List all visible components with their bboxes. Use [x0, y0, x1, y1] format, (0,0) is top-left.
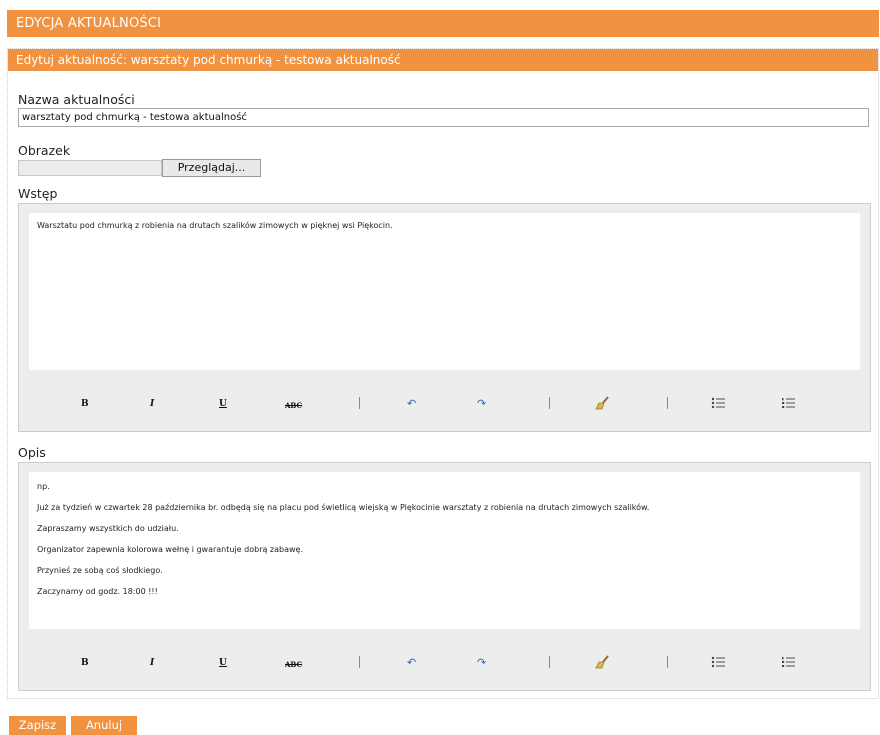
bold-icon[interactable]: B [81, 658, 89, 668]
intro-editor: Warsztatu pod chmurką z robienia na drut… [18, 203, 871, 432]
image-label: Obrazek [18, 143, 71, 158]
clear-format-icon[interactable] [595, 655, 611, 672]
clear-format-icon[interactable] [595, 396, 611, 413]
description-editor-area[interactable]: np. Już za tydzień w czwartek 28 paździe… [29, 472, 860, 629]
strikethrough-icon[interactable]: ABC [285, 660, 302, 669]
undo-icon[interactable]: ↶ [407, 656, 416, 669]
undo-icon[interactable]: ↶ [407, 397, 416, 410]
toolbar-divider [667, 397, 668, 409]
page-title: EDYCJA AKTUALNOŚCI [7, 10, 879, 37]
intro-paragraph: Warsztatu pod chmurką z robienia na drut… [37, 221, 393, 230]
description-paragraph: Organizator zapewnia kolorowa wełnę i gw… [37, 545, 304, 554]
numbered-list-icon[interactable] [781, 656, 795, 671]
intro-toolbar: B I U ABC ↶ ↷ [19, 379, 870, 431]
intro-label: Wstęp [18, 186, 58, 201]
intro-editor-area[interactable]: Warsztatu pod chmurką z robienia na drut… [29, 213, 860, 370]
numbered-list-icon[interactable] [781, 397, 795, 412]
underline-icon[interactable]: U [219, 399, 227, 409]
redo-icon[interactable]: ↷ [477, 397, 486, 410]
toolbar-divider [359, 656, 360, 668]
italic-icon[interactable]: I [150, 658, 154, 668]
name-label: Nazwa aktualności [18, 92, 135, 107]
bullet-list-icon[interactable] [711, 397, 725, 412]
italic-icon[interactable]: I [150, 399, 154, 409]
underline-icon[interactable]: U [219, 658, 227, 668]
file-path-field[interactable] [18, 160, 162, 176]
save-button[interactable]: Zapisz [9, 716, 66, 735]
toolbar-divider [667, 656, 668, 668]
toolbar-divider [549, 656, 550, 668]
description-label: Opis [18, 445, 46, 460]
strikethrough-icon[interactable]: ABC [285, 401, 302, 410]
cancel-button[interactable]: Anuluj [71, 716, 137, 735]
description-paragraph: Zapraszamy wszystkich do udziału. [37, 524, 179, 533]
toolbar-divider [359, 397, 360, 409]
news-name-input[interactable] [18, 108, 869, 127]
toolbar-divider [549, 397, 550, 409]
description-toolbar: B I U ABC ↶ ↷ [19, 638, 870, 690]
description-paragraph: Przynieś ze sobą coś słodkiego. [37, 566, 163, 575]
edit-news-panel: Edytuj aktualność: warsztaty pod chmurką… [7, 48, 879, 699]
description-paragraph: Zaczynamy od godz. 18:00 !!! [37, 587, 158, 596]
bold-icon[interactable]: B [81, 399, 89, 409]
browse-button[interactable]: Przeglądaj... [162, 159, 261, 177]
description-paragraph: np. [37, 482, 50, 491]
bullet-list-icon[interactable] [711, 656, 725, 671]
description-editor: np. Już za tydzień w czwartek 28 paździe… [18, 462, 871, 691]
description-paragraph: Już za tydzień w czwartek 28 październik… [37, 503, 650, 512]
redo-icon[interactable]: ↷ [477, 656, 486, 669]
form-header: Edytuj aktualność: warsztaty pod chmurką… [8, 49, 878, 71]
